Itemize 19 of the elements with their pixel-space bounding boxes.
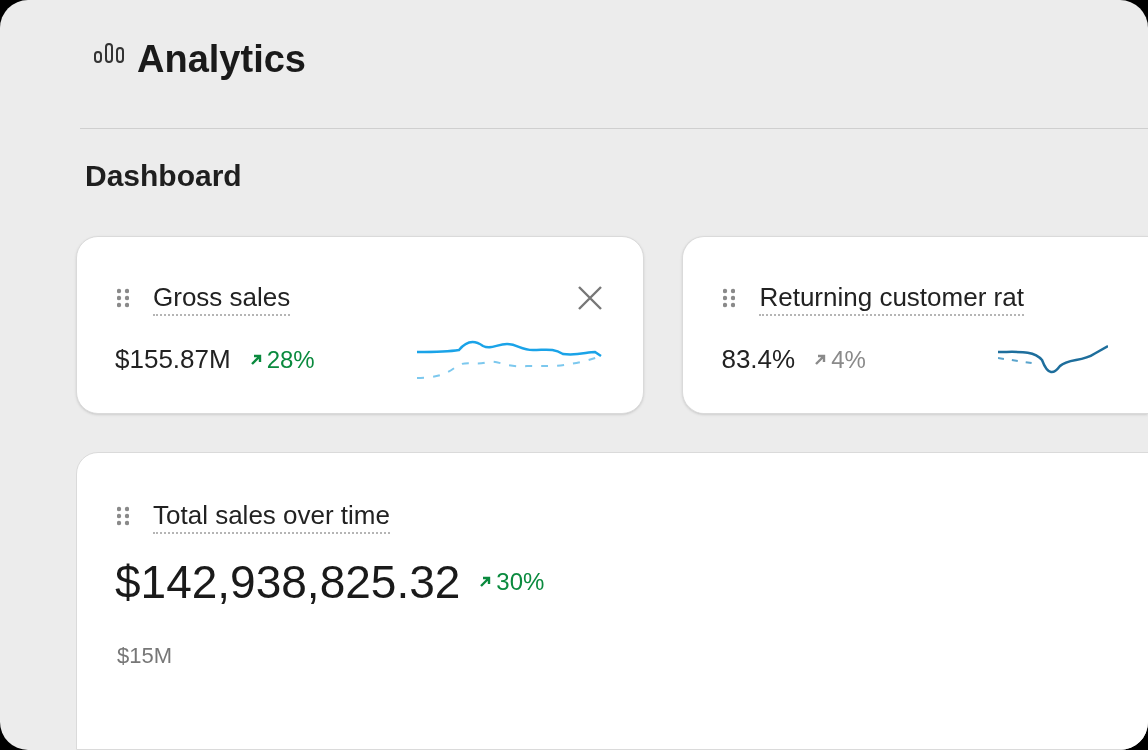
- change-percent: 30%: [496, 567, 545, 597]
- drag-handle-icon[interactable]: [117, 288, 129, 309]
- page-title: Analytics: [137, 40, 306, 78]
- metric-title[interactable]: Returning customer rat: [759, 281, 1024, 316]
- chart-title[interactable]: Total sales over time: [153, 499, 390, 534]
- change-percent: 4%: [831, 344, 866, 375]
- arrow-up-right-icon: [478, 575, 493, 589]
- close-button[interactable]: [577, 285, 604, 312]
- arrow-up-right-icon: [813, 352, 828, 367]
- drag-handle-icon[interactable]: [723, 288, 736, 309]
- axis-label: $15M: [117, 641, 174, 670]
- metric-title[interactable]: Gross sales: [153, 281, 291, 316]
- drag-handle-icon[interactable]: [117, 506, 129, 527]
- bar-chart-icon: [93, 40, 125, 64]
- metric-value: 83.4%: [721, 343, 796, 376]
- total-sales-value: $142,938,825.32: [115, 554, 461, 610]
- change-percent: 28%: [266, 344, 315, 375]
- section-title: Dashboard: [85, 161, 243, 191]
- metric-value: $155.87M: [115, 343, 231, 376]
